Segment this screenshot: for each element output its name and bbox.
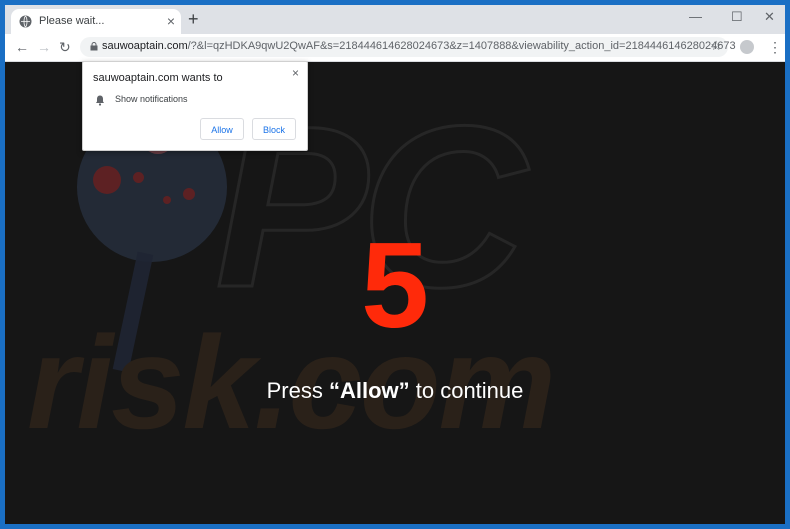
watermark-dot (183, 188, 195, 200)
maximize-button[interactable]: ☐ (731, 8, 743, 26)
minimize-button[interactable]: — (689, 8, 702, 26)
allow-instruction: Press “Allow” to continue (5, 378, 785, 404)
browser-window: Please wait... × + — ☐ ✕ ← → ↻ sauwoapta… (5, 5, 785, 524)
back-button[interactable]: ← (15, 38, 29, 56)
allow-button[interactable]: Allow (200, 118, 244, 140)
forward-button[interactable]: → (37, 38, 51, 56)
lock-icon[interactable] (90, 42, 98, 51)
avatar-icon[interactable] (740, 40, 754, 54)
url-host: sauwoaptain.com (102, 40, 188, 52)
watermark-dot (163, 196, 171, 204)
block-button[interactable]: Block (252, 118, 296, 140)
tab-active[interactable]: Please wait... × (11, 9, 181, 34)
reload-button[interactable]: ↻ (59, 38, 71, 56)
watermark-dot (133, 172, 144, 183)
cta-after: to continue (409, 378, 524, 403)
url-text: sauwoaptain.com/?&l=qzHDKA9qwU2QwAF&s=21… (102, 40, 736, 52)
cta-before: Press (266, 378, 329, 403)
tab-close-icon[interactable]: × (167, 13, 175, 29)
menu-icon[interactable]: ⋮ (768, 38, 782, 56)
toolbar: ← → ↻ sauwoaptain.com/?&l=qzHDKA9qwU2QwA… (5, 34, 785, 62)
url-path: /?&l=qzHDKA9qwU2QwAF&s=21844461462802467… (187, 40, 736, 52)
star-icon[interactable]: ☆ (710, 38, 722, 54)
notification-permission-prompt: sauwoaptain.com wants to × Show notifica… (82, 61, 308, 151)
tab-title: Please wait... (39, 15, 105, 27)
cta-bold: “Allow” (328, 378, 410, 403)
new-tab-button[interactable]: + (188, 9, 199, 29)
close-window-button[interactable]: ✕ (764, 8, 775, 26)
address-bar[interactable]: sauwoaptain.com/?&l=qzHDKA9qwU2QwAF&s=21… (80, 37, 736, 57)
countdown-number: 5 (361, 217, 429, 353)
bell-icon (96, 95, 104, 106)
prompt-close-icon[interactable]: × (292, 66, 299, 80)
globe-icon (19, 15, 32, 28)
tab-strip: Please wait... × + — ☐ ✕ (5, 5, 785, 34)
watermark-dot (93, 166, 121, 194)
prompt-title: sauwoaptain.com wants to (93, 72, 223, 84)
permission-label: Show notifications (115, 94, 188, 104)
